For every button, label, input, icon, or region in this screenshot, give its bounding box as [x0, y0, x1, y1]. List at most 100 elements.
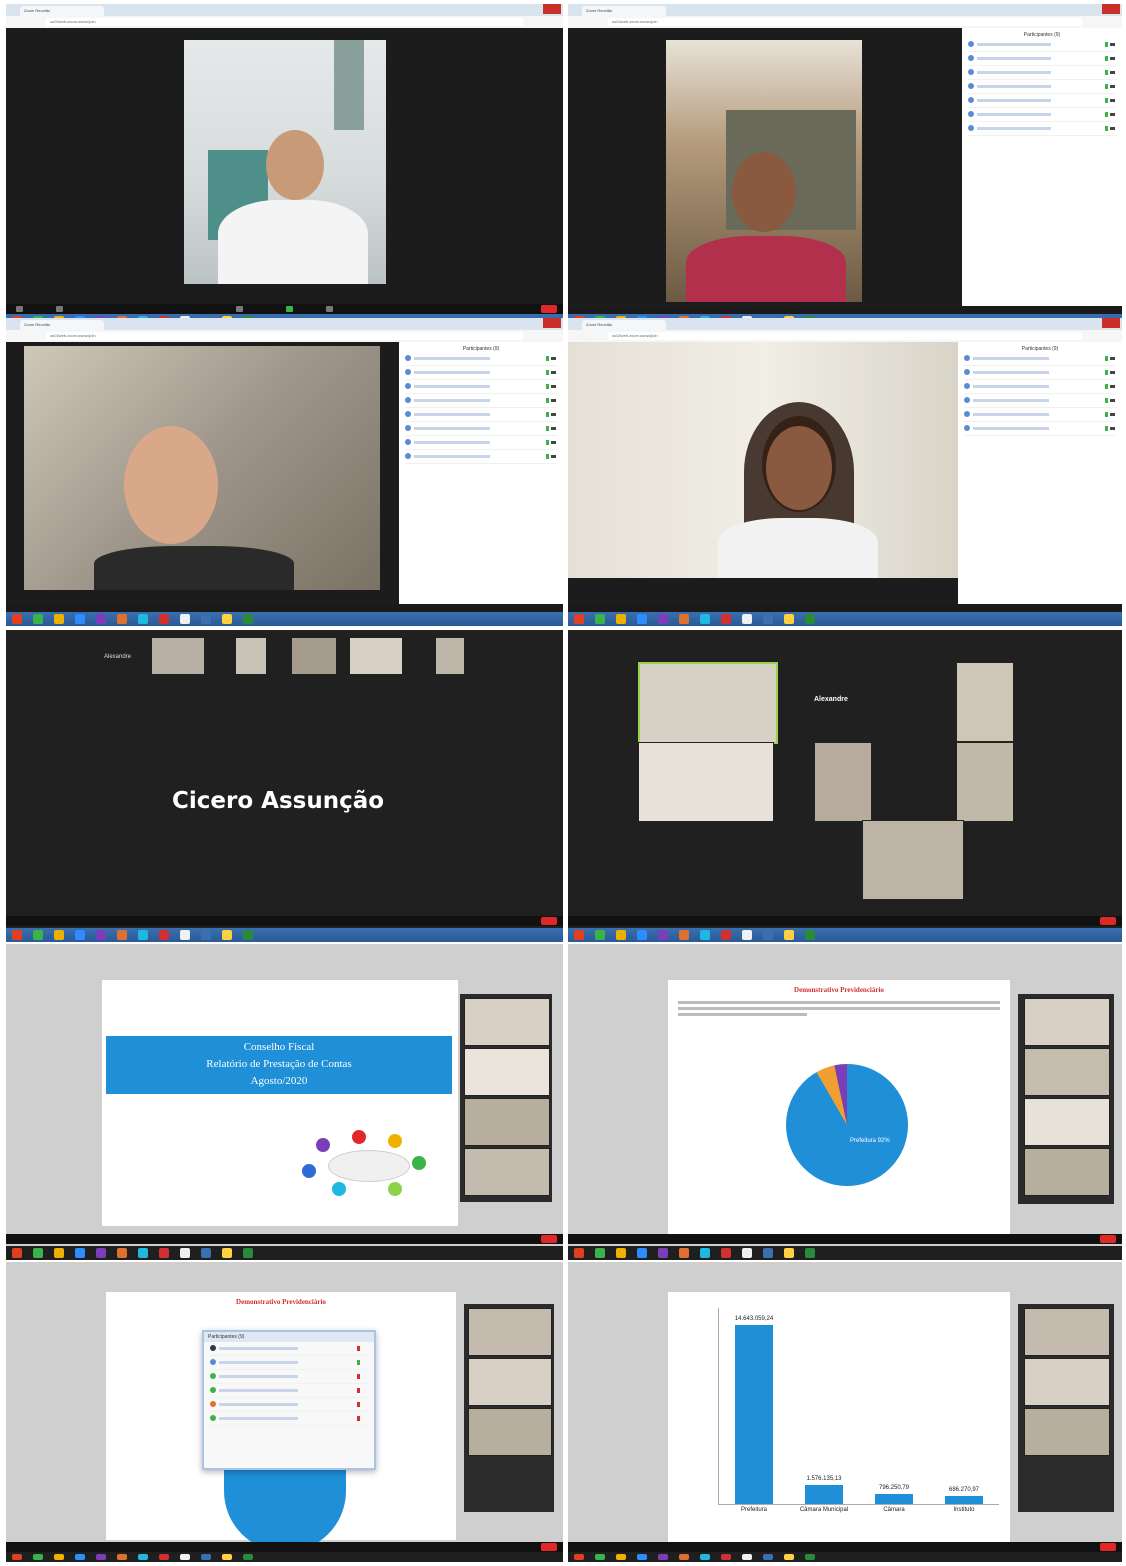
taskbar-app-icon[interactable]: [117, 614, 127, 624]
taskbar-app-icon[interactable]: [784, 1554, 794, 1560]
taskbar-app-icon[interactable]: [222, 1248, 232, 1258]
camera-icon[interactable]: [551, 427, 556, 430]
camera-icon[interactable]: [551, 357, 556, 360]
participant-row[interactable]: [968, 52, 1116, 66]
taskbar-app-icon[interactable]: [721, 1248, 731, 1258]
taskbar-app-icon[interactable]: [12, 1248, 22, 1258]
mic-icon[interactable]: [357, 1374, 360, 1379]
taskbar-app-icon[interactable]: [784, 930, 794, 940]
participant-row[interactable]: [405, 450, 557, 464]
taskbar-app-icon[interactable]: [33, 614, 43, 624]
taskbar-app-icon[interactable]: [138, 930, 148, 940]
strip-video[interactable]: [464, 998, 550, 1046]
taskbar-app-icon[interactable]: [96, 1248, 106, 1258]
mic-icon[interactable]: [1105, 126, 1108, 131]
camera-icon[interactable]: [551, 371, 556, 374]
taskbar-app-icon[interactable]: [54, 614, 64, 624]
taskbar-app-icon[interactable]: [201, 1248, 211, 1258]
mic-icon[interactable]: [546, 412, 549, 417]
taskbar-app-icon[interactable]: [721, 1554, 731, 1560]
mic-icon[interactable]: [1105, 412, 1108, 417]
participant-row[interactable]: [964, 422, 1116, 436]
taskbar-app-icon[interactable]: [75, 614, 85, 624]
taskbar-app-icon[interactable]: [12, 1554, 22, 1560]
taskbar-app-icon[interactable]: [721, 930, 731, 940]
url-field[interactable]: us02web.zoom.us/wc/join: [46, 18, 523, 26]
end-meeting-button[interactable]: [541, 917, 557, 925]
taskbar-app-icon[interactable]: [180, 930, 190, 940]
camera-icon[interactable]: [1110, 113, 1115, 116]
camera-icon[interactable]: [551, 385, 556, 388]
participant-row[interactable]: [968, 38, 1116, 52]
taskbar-app-icon[interactable]: [595, 930, 605, 940]
url-field[interactable]: us02web.zoom.us/wc/join: [608, 18, 1082, 26]
taskbar-app-icon[interactable]: [700, 1248, 710, 1258]
taskbar-app-icon[interactable]: [595, 1554, 605, 1560]
chat-icon[interactable]: [326, 306, 333, 312]
taskbar-app-icon[interactable]: [637, 614, 647, 624]
taskbar-app-icon[interactable]: [243, 1248, 253, 1258]
participant-row[interactable]: [968, 80, 1116, 94]
camera-icon[interactable]: [1110, 413, 1115, 416]
participant-row[interactable]: [964, 394, 1116, 408]
mic-icon[interactable]: [1105, 98, 1108, 103]
camera-icon[interactable]: [1110, 427, 1115, 430]
mic-icon[interactable]: [546, 384, 549, 389]
mic-icon[interactable]: [1105, 356, 1108, 361]
mic-icon[interactable]: [1105, 370, 1108, 375]
taskbar-app-icon[interactable]: [117, 1554, 127, 1560]
end-meeting-button[interactable]: [1100, 1543, 1116, 1551]
participant-row[interactable]: [405, 422, 557, 436]
taskbar-app-icon[interactable]: [658, 1248, 668, 1258]
end-meeting-button[interactable]: [1100, 1235, 1116, 1243]
taskbar-app-icon[interactable]: [763, 930, 773, 940]
taskbar-app-icon[interactable]: [784, 614, 794, 624]
strip-video[interactable]: [464, 1148, 550, 1196]
participant-row[interactable]: [210, 1356, 368, 1370]
url-field[interactable]: us02web.zoom.us/wc/join: [608, 332, 1082, 340]
mic-icon[interactable]: [1105, 70, 1108, 75]
taskbar-app-icon[interactable]: [595, 1248, 605, 1258]
strip-video[interactable]: [468, 1408, 552, 1456]
strip-video[interactable]: [1024, 1308, 1110, 1356]
taskbar-app-icon[interactable]: [222, 614, 232, 624]
participants-dialog[interactable]: Participantes (9): [202, 1330, 376, 1470]
taskbar-app-icon[interactable]: [75, 1248, 85, 1258]
taskbar-app-icon[interactable]: [75, 930, 85, 940]
camera-icon[interactable]: [551, 441, 556, 444]
taskbar-app-icon[interactable]: [96, 930, 106, 940]
taskbar-app-icon[interactable]: [159, 1248, 169, 1258]
browser-tab[interactable]: Zoom Reunião: [582, 320, 666, 330]
camera-icon[interactable]: [1110, 85, 1115, 88]
camera-icon[interactable]: [1110, 43, 1115, 46]
window-close-button[interactable]: [543, 318, 561, 328]
mic-icon[interactable]: [1105, 112, 1108, 117]
strip-video[interactable]: [464, 1098, 550, 1146]
camera-icon[interactable]: [1110, 357, 1115, 360]
end-meeting-button[interactable]: [541, 1235, 557, 1243]
taskbar-app-icon[interactable]: [222, 1554, 232, 1560]
taskbar-app-icon[interactable]: [721, 614, 731, 624]
taskbar-app-icon[interactable]: [805, 930, 815, 940]
taskbar-app-icon[interactable]: [117, 930, 127, 940]
taskbar-app-icon[interactable]: [138, 614, 148, 624]
participant-row[interactable]: [968, 66, 1116, 80]
strip-video[interactable]: [1024, 1048, 1110, 1096]
camera-icon[interactable]: [551, 455, 556, 458]
taskbar-app-icon[interactable]: [595, 614, 605, 624]
taskbar-app-icon[interactable]: [180, 614, 190, 624]
taskbar-app-icon[interactable]: [574, 1248, 584, 1258]
gallery-video[interactable]: [814, 742, 872, 822]
participant-row[interactable]: [405, 366, 557, 380]
mic-icon[interactable]: [1105, 56, 1108, 61]
taskbar-app-icon[interactable]: [138, 1248, 148, 1258]
taskbar-app-icon[interactable]: [784, 1248, 794, 1258]
strip-video[interactable]: [464, 1048, 550, 1096]
taskbar-app-icon[interactable]: [243, 614, 253, 624]
participant-row[interactable]: [968, 108, 1116, 122]
end-meeting-button[interactable]: [1100, 917, 1116, 925]
share-icon[interactable]: [286, 306, 293, 312]
taskbar-app-icon[interactable]: [201, 930, 211, 940]
gallery-video[interactable]: [956, 742, 1014, 822]
participant-row[interactable]: [964, 380, 1116, 394]
